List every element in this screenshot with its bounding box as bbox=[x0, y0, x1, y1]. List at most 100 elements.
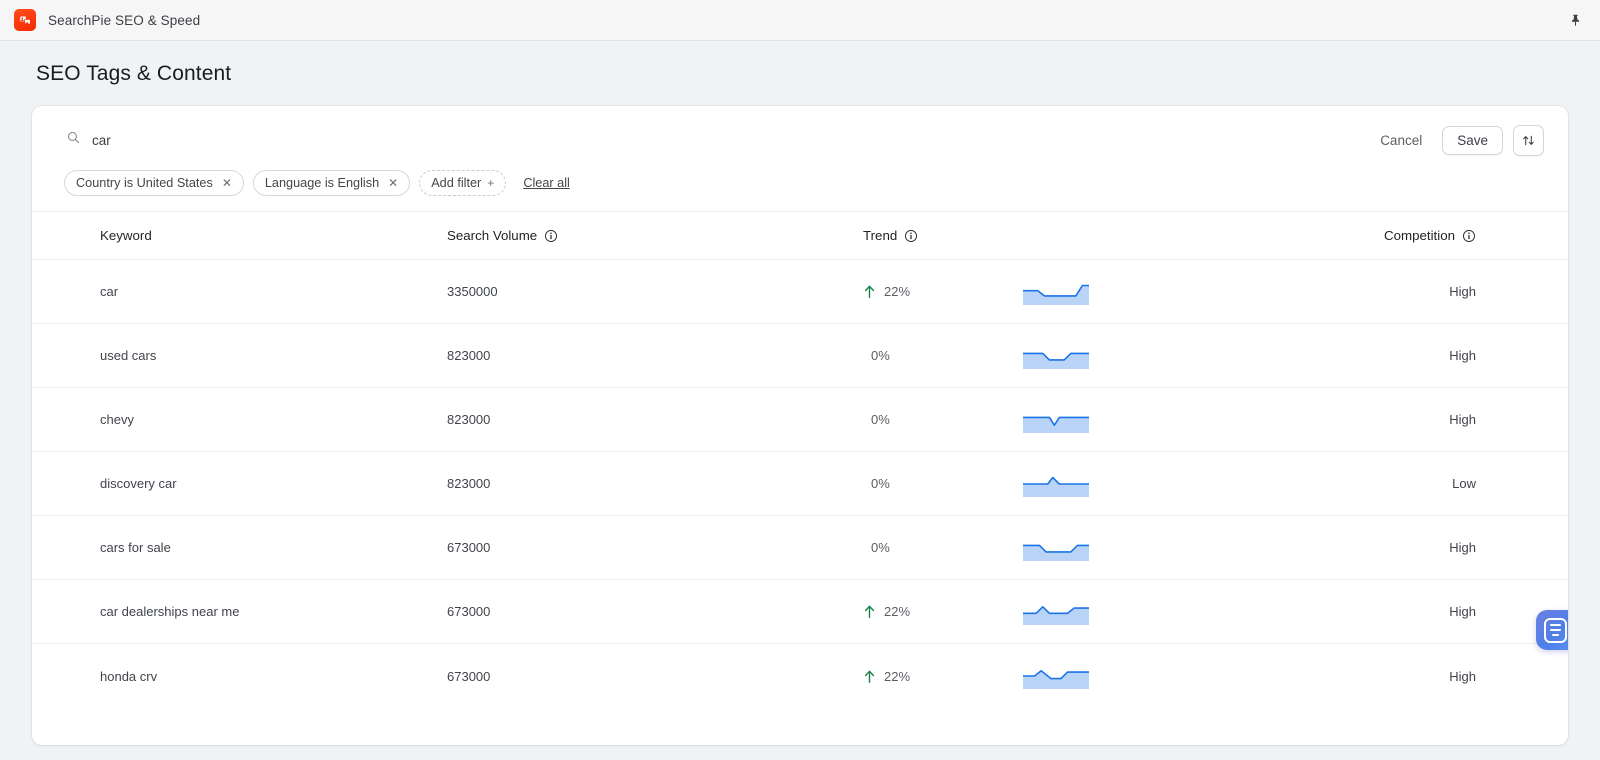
cancel-button[interactable]: Cancel bbox=[1370, 127, 1432, 154]
trend-percent-label: 0% bbox=[871, 476, 890, 491]
chat-list-icon bbox=[1543, 617, 1567, 643]
trend-value-group: 0% bbox=[863, 476, 1023, 491]
arrow-up-icon bbox=[863, 604, 876, 619]
cell-competition: Low bbox=[1452, 476, 1476, 491]
trend-percent-label: 0% bbox=[871, 412, 890, 427]
column-header-competition-label: Competition bbox=[1384, 228, 1455, 243]
trend-value-group: 0% bbox=[863, 412, 1023, 427]
filter-chip-language-label: Language is English bbox=[264, 176, 380, 190]
column-header-keyword-label: Keyword bbox=[100, 228, 152, 243]
table-row[interactable]: cars for sale 673000 0% High bbox=[32, 516, 1568, 580]
search-input-value: car bbox=[92, 132, 111, 148]
filter-row: Country is United States ✕ Language is E… bbox=[32, 157, 1568, 211]
filter-chip-language[interactable]: Language is English ✕ bbox=[252, 170, 411, 196]
search-row: car Cancel Save bbox=[32, 106, 1568, 157]
cell-search-volume: 823000 bbox=[447, 476, 491, 491]
table-row[interactable]: car 3350000 22% High bbox=[32, 260, 1568, 324]
cell-search-volume: 673000 bbox=[447, 604, 491, 619]
cell-trend: 0% bbox=[863, 476, 1023, 491]
trend-value-group: 22% bbox=[863, 604, 1023, 619]
filter-chip-country[interactable]: Country is United States ✕ bbox=[64, 170, 244, 196]
sparkline-cars-for-sale bbox=[1023, 535, 1089, 561]
cell-search-volume: 823000 bbox=[447, 348, 491, 363]
cell-trend: 22% bbox=[863, 284, 1023, 299]
table-header-row: Keyword Search Volume Trend Competition bbox=[32, 212, 1568, 260]
cell-keyword: cars for sale bbox=[100, 540, 171, 555]
keyword-research-card: car Cancel Save Country is United States… bbox=[32, 106, 1568, 745]
support-chat-widget[interactable] bbox=[1536, 610, 1568, 650]
sort-updown-icon[interactable] bbox=[1513, 124, 1544, 156]
column-header-trend[interactable]: Trend bbox=[863, 228, 1023, 243]
search-input[interactable]: car bbox=[56, 123, 1360, 157]
table-row[interactable]: honda crv 673000 22% High bbox=[32, 644, 1568, 708]
trend-percent-label: 22% bbox=[884, 604, 911, 619]
plus-icon: + bbox=[487, 176, 495, 190]
arrow-up-icon bbox=[863, 284, 876, 299]
cell-trend-sparkline bbox=[1023, 407, 1218, 433]
searchpie-logo-icon bbox=[14, 9, 36, 31]
cell-keyword: honda crv bbox=[100, 668, 158, 684]
save-button[interactable]: Save bbox=[1442, 125, 1503, 155]
sparkline-car-dealerships bbox=[1023, 599, 1089, 625]
sparkline-honda-crv bbox=[1023, 663, 1089, 689]
table-row[interactable]: used cars 823000 0% High bbox=[32, 324, 1568, 388]
search-icon bbox=[66, 130, 81, 150]
cell-trend-sparkline bbox=[1023, 599, 1218, 625]
trend-percent-label: 22% bbox=[884, 668, 911, 684]
cell-trend-sparkline bbox=[1023, 279, 1218, 305]
cell-keyword: discovery car bbox=[100, 476, 177, 491]
close-icon[interactable]: ✕ bbox=[388, 177, 398, 189]
sparkline-used-cars bbox=[1023, 343, 1089, 369]
cell-trend: 22% bbox=[863, 604, 1023, 619]
cell-trend: 0% bbox=[863, 412, 1023, 427]
arrow-up-icon bbox=[863, 669, 876, 684]
sparkline-discovery-car bbox=[1023, 471, 1089, 497]
cell-competition: High bbox=[1449, 412, 1476, 427]
cell-trend-sparkline bbox=[1023, 343, 1218, 369]
trend-percent-label: 22% bbox=[884, 284, 911, 299]
cell-trend-sparkline bbox=[1023, 535, 1218, 561]
add-filter-label: Add filter bbox=[431, 176, 482, 190]
cell-trend: 0% bbox=[863, 540, 1023, 555]
cell-trend: 22% bbox=[863, 669, 1023, 684]
trend-percent-label: 0% bbox=[871, 540, 890, 555]
close-icon[interactable]: ✕ bbox=[222, 177, 232, 189]
sparkline-car bbox=[1023, 279, 1089, 305]
add-filter-button[interactable]: Add filter + bbox=[419, 170, 507, 196]
cell-keyword: chevy bbox=[100, 412, 134, 427]
cell-competition: High bbox=[1449, 668, 1476, 684]
cell-search-volume: 673000 bbox=[447, 668, 491, 684]
cell-trend-sparkline bbox=[1023, 663, 1218, 689]
cell-keyword: used cars bbox=[100, 348, 157, 363]
trend-value-group: 0% bbox=[863, 540, 1023, 555]
info-circle-icon[interactable] bbox=[1462, 229, 1476, 243]
page-title: SEO Tags & Content bbox=[36, 61, 232, 85]
cell-competition: High bbox=[1449, 348, 1476, 363]
table-body: car 3350000 22% High used cars 823000 0% High ch… bbox=[32, 260, 1568, 708]
cell-trend-sparkline bbox=[1023, 471, 1218, 497]
column-header-trend-label: Trend bbox=[863, 228, 898, 243]
cell-competition: High bbox=[1449, 540, 1476, 555]
table-row[interactable]: discovery car 823000 0% Low bbox=[32, 452, 1568, 516]
trend-value-group: 0% bbox=[863, 348, 1023, 363]
trend-value-group: 22% bbox=[863, 284, 1023, 299]
keywords-table: Keyword Search Volume Trend Competition … bbox=[32, 211, 1568, 708]
info-circle-icon[interactable] bbox=[544, 229, 558, 243]
filter-chip-country-label: Country is United States bbox=[76, 176, 213, 190]
column-header-keyword[interactable]: Keyword bbox=[32, 228, 447, 243]
table-row[interactable]: car dealerships near me 673000 22% High bbox=[32, 580, 1568, 644]
column-header-search-volume[interactable]: Search Volume bbox=[447, 228, 863, 243]
app-bar: SearchPie SEO & Speed bbox=[0, 0, 1600, 41]
cell-search-volume: 673000 bbox=[447, 540, 491, 555]
table-row[interactable]: chevy 823000 0% High bbox=[32, 388, 1568, 452]
info-circle-icon[interactable] bbox=[904, 229, 918, 243]
trend-value-group: 22% bbox=[863, 669, 1023, 684]
column-header-competition[interactable]: Competition bbox=[1218, 228, 1544, 243]
pushpin-icon[interactable] bbox=[1564, 9, 1586, 31]
trend-percent-label: 0% bbox=[871, 348, 890, 363]
clear-all-button[interactable]: Clear all bbox=[523, 176, 570, 190]
app-name-label: SearchPie SEO & Speed bbox=[48, 12, 201, 28]
cell-keyword: car dealerships near me bbox=[100, 604, 240, 619]
cell-search-volume: 823000 bbox=[447, 412, 491, 427]
cell-keyword: car bbox=[100, 284, 119, 299]
